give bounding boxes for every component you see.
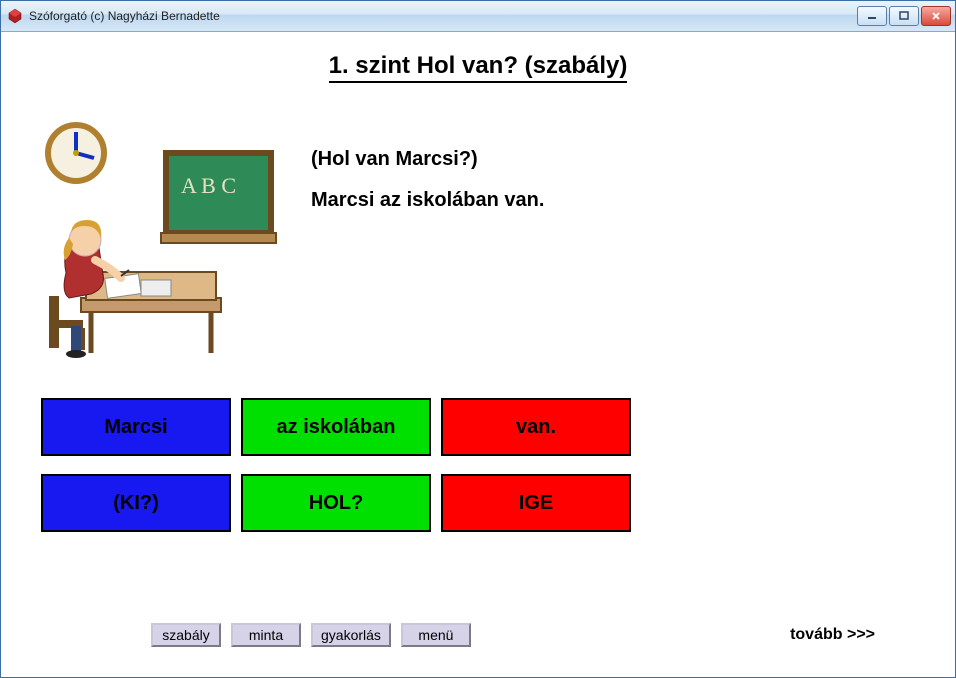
word-cell-label: IGE (519, 492, 553, 515)
word-cell-label: (KI?) (113, 492, 159, 515)
word-cell-marcsi[interactable]: Marcsi (41, 398, 231, 456)
upper-row: A B C (21, 98, 935, 358)
word-grid: Marcsi az iskolában van. (KI?) HOL? IGE (41, 398, 935, 532)
window-controls (857, 6, 951, 26)
gyakorlas-button[interactable]: gyakorlás (311, 623, 391, 647)
classroom-illustration: A B C (21, 98, 281, 358)
example-line-1: (Hol van Marcsi?) (311, 148, 544, 171)
next-link[interactable]: tovább >>> (790, 626, 875, 644)
word-cell-label: HOL? (309, 492, 363, 515)
word-cell-iskolaban[interactable]: az iskolában (241, 398, 431, 456)
word-cell-ki[interactable]: (KI?) (41, 474, 231, 532)
titlebar: Szóforgató (c) Nagyházi Bernadette (1, 1, 955, 32)
svg-text:A B C: A B C (181, 173, 236, 198)
minimize-button[interactable] (857, 6, 887, 26)
menu-button[interactable]: menü (401, 623, 471, 647)
szabaly-button[interactable]: szabály (151, 623, 221, 647)
word-row-2: (KI?) HOL? IGE (41, 474, 935, 532)
maximize-button[interactable] (889, 6, 919, 26)
example-text: (Hol van Marcsi?) Marcsi az iskolában va… (311, 148, 544, 358)
app-icon (7, 8, 23, 24)
bottom-bar: szabály minta gyakorlás menü tovább >>> (1, 623, 955, 647)
word-cell-label: Marcsi (104, 416, 167, 439)
example-line-2: Marcsi az iskolában van. (311, 189, 544, 212)
client-area: 1. szint Hol van? (szabály) A B C (1, 32, 955, 677)
page-title: 1. szint Hol van? (szabály) (21, 52, 935, 80)
word-cell-ige[interactable]: IGE (441, 474, 631, 532)
word-cell-label: van. (516, 416, 556, 439)
close-button[interactable] (921, 6, 951, 26)
window-title: Szóforgató (c) Nagyházi Bernadette (29, 9, 857, 23)
word-cell-hol[interactable]: HOL? (241, 474, 431, 532)
word-cell-van[interactable]: van. (441, 398, 631, 456)
minta-button[interactable]: minta (231, 623, 301, 647)
word-cell-label: az iskolában (277, 416, 396, 439)
word-row-1: Marcsi az iskolában van. (41, 398, 935, 456)
app-window: Szóforgató (c) Nagyházi Bernadette 1. sz… (0, 0, 956, 678)
nav-buttons: szabály minta gyakorlás menü (151, 623, 471, 647)
page-title-text: 1. szint Hol van? (szabály) (329, 52, 628, 83)
